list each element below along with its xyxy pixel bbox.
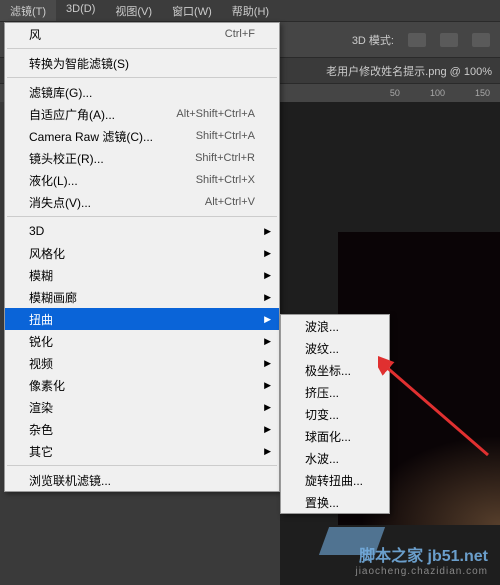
chevron-right-icon: ▶ <box>264 446 271 457</box>
chevron-right-icon: ▶ <box>264 270 271 281</box>
menu-view[interactable]: 视图(V) <box>105 0 162 21</box>
menu-liquify[interactable]: 液化(L)...Shift+Ctrl+X <box>5 169 279 191</box>
submenu-wave[interactable]: 波浪... <box>281 315 389 337</box>
menu-stylize[interactable]: 风格化▶ <box>5 242 279 264</box>
menu-separator <box>7 465 277 466</box>
ruler-tick: 100 <box>430 88 445 98</box>
mode3d-pan-icon[interactable] <box>440 33 458 47</box>
menu-camera-raw[interactable]: Camera Raw 滤镜(C)...Shift+Ctrl+A <box>5 125 279 147</box>
chevron-right-icon: ▶ <box>264 226 271 237</box>
submenu-displace[interactable]: 置换... <box>281 491 389 513</box>
menu-convert-smart[interactable]: 转换为智能滤镜(S) <box>5 52 279 74</box>
mode3d-orbit-icon[interactable] <box>408 33 426 47</box>
submenu-shear[interactable]: 切变... <box>281 403 389 425</box>
chevron-right-icon: ▶ <box>264 336 271 347</box>
menu-recent-filter[interactable]: 风 Ctrl+F <box>5 23 279 45</box>
mode3d-label: 3D 模式: <box>352 32 394 48</box>
submenu-twirl[interactable]: 旋转扭曲... <box>281 469 389 491</box>
watermark: 脚本之家 jb51.net jiaocheng.chazidian.com <box>355 542 488 577</box>
menu-sharpen[interactable]: 锐化▶ <box>5 330 279 352</box>
menu-video[interactable]: 视频▶ <box>5 352 279 374</box>
submenu-ripple[interactable]: 波纹... <box>281 337 389 359</box>
menu-help[interactable]: 帮助(H) <box>222 0 279 21</box>
chevron-right-icon: ▶ <box>264 358 271 369</box>
watermark-url: jiaocheng.chazidian.com <box>355 566 488 577</box>
menu-3d[interactable]: 3D(D) <box>56 0 105 21</box>
menu-other[interactable]: 其它▶ <box>5 440 279 462</box>
menu-filter-gallery[interactable]: 滤镜库(G)... <box>5 81 279 103</box>
document-tab[interactable]: 老用户修改姓名提示.png @ 100% <box>326 63 492 79</box>
submenu-zigzag[interactable]: 水波... <box>281 447 389 469</box>
menubar: 滤镜(T) 3D(D) 视图(V) 窗口(W) 帮助(H) <box>0 0 500 22</box>
chevron-right-icon: ▶ <box>264 248 271 259</box>
menu-vanishing-point[interactable]: 消失点(V)...Alt+Ctrl+V <box>5 191 279 213</box>
menu-noise[interactable]: 杂色▶ <box>5 418 279 440</box>
submenu-polar[interactable]: 极坐标... <box>281 359 389 381</box>
submenu-spherize[interactable]: 球面化... <box>281 425 389 447</box>
menu-distort[interactable]: 扭曲▶ <box>5 308 279 330</box>
submenu-pinch[interactable]: 挤压... <box>281 381 389 403</box>
menu-lens-correct[interactable]: 镜头校正(R)...Shift+Ctrl+R <box>5 147 279 169</box>
chevron-right-icon: ▶ <box>264 292 271 303</box>
menu-window[interactable]: 窗口(W) <box>162 0 222 21</box>
menu-render[interactable]: 渲染▶ <box>5 396 279 418</box>
menu-blur[interactable]: 模糊▶ <box>5 264 279 286</box>
menu-separator <box>7 48 277 49</box>
ruler-tick: 150 <box>475 88 490 98</box>
menu-pixelate[interactable]: 像素化▶ <box>5 374 279 396</box>
menu-browse-online[interactable]: 浏览联机滤镜... <box>5 469 279 491</box>
chevron-right-icon: ▶ <box>264 424 271 435</box>
chevron-right-icon: ▶ <box>264 314 271 325</box>
filter-dropdown: 风 Ctrl+F 转换为智能滤镜(S) 滤镜库(G)... 自适应广角(A)..… <box>4 22 280 492</box>
ruler-tick: 50 <box>390 88 400 98</box>
menu-blur-gallery[interactable]: 模糊画廊▶ <box>5 286 279 308</box>
menu-3d-sub[interactable]: 3D▶ <box>5 220 279 242</box>
menu-separator <box>7 216 277 217</box>
menu-filter[interactable]: 滤镜(T) <box>0 0 56 21</box>
distort-submenu: 波浪... 波纹... 极坐标... 挤压... 切变... 球面化... 水波… <box>280 314 390 514</box>
chevron-right-icon: ▶ <box>264 380 271 391</box>
watermark-text: 脚本之家 jb51.net <box>355 542 488 566</box>
mode3d-slide-icon[interactable] <box>472 33 490 47</box>
menu-adaptive-wide[interactable]: 自适应广角(A)...Alt+Shift+Ctrl+A <box>5 103 279 125</box>
menu-separator <box>7 77 277 78</box>
chevron-right-icon: ▶ <box>264 402 271 413</box>
